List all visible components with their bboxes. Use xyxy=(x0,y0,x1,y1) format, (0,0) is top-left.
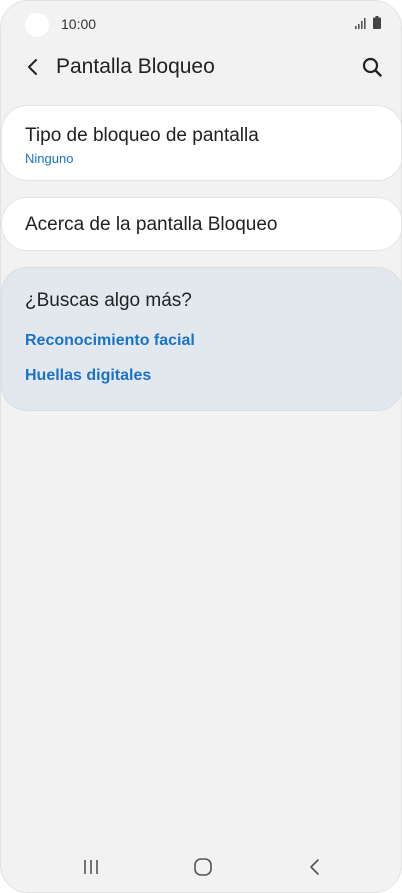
signal-icon xyxy=(355,18,366,29)
about-lock-screen-title: Acerca de la pantalla Bloqueo xyxy=(25,214,278,235)
home-icon[interactable] xyxy=(193,857,213,877)
about-lock-screen-setting[interactable]: Acerca de la pantalla Bloqueo xyxy=(1,197,401,251)
phone-screen: 10:00 Pantalla Bloqueo Tipo de bloqueo d… xyxy=(0,0,402,893)
page-title: Pantalla Bloqueo xyxy=(56,55,215,78)
back-icon[interactable] xyxy=(307,858,323,876)
face-recognition-link[interactable]: Reconocimiento facial xyxy=(25,332,195,350)
camera-cutout xyxy=(25,13,49,37)
battery-icon xyxy=(373,16,381,29)
search-icon[interactable] xyxy=(361,56,383,78)
lock-type-value: Ninguno xyxy=(25,151,74,166)
fingerprints-link[interactable]: Huellas digitales xyxy=(25,367,151,385)
app-header: Pantalla Bloqueo xyxy=(1,47,401,89)
navigation-bar xyxy=(1,844,401,892)
lock-type-setting[interactable]: Tipo de bloqueo de pantalla Ninguno xyxy=(1,105,401,181)
chevron-left-icon[interactable] xyxy=(23,57,43,77)
recents-icon[interactable] xyxy=(81,858,101,876)
status-bar: 10:00 xyxy=(1,1,401,49)
suggestions-panel: ¿Buscas algo más? Reconocimiento facial … xyxy=(1,267,401,411)
status-time: 10:00 xyxy=(61,16,97,32)
lock-type-title: Tipo de bloqueo de pantalla xyxy=(25,125,259,146)
suggestions-title: ¿Buscas algo más? xyxy=(25,290,192,311)
